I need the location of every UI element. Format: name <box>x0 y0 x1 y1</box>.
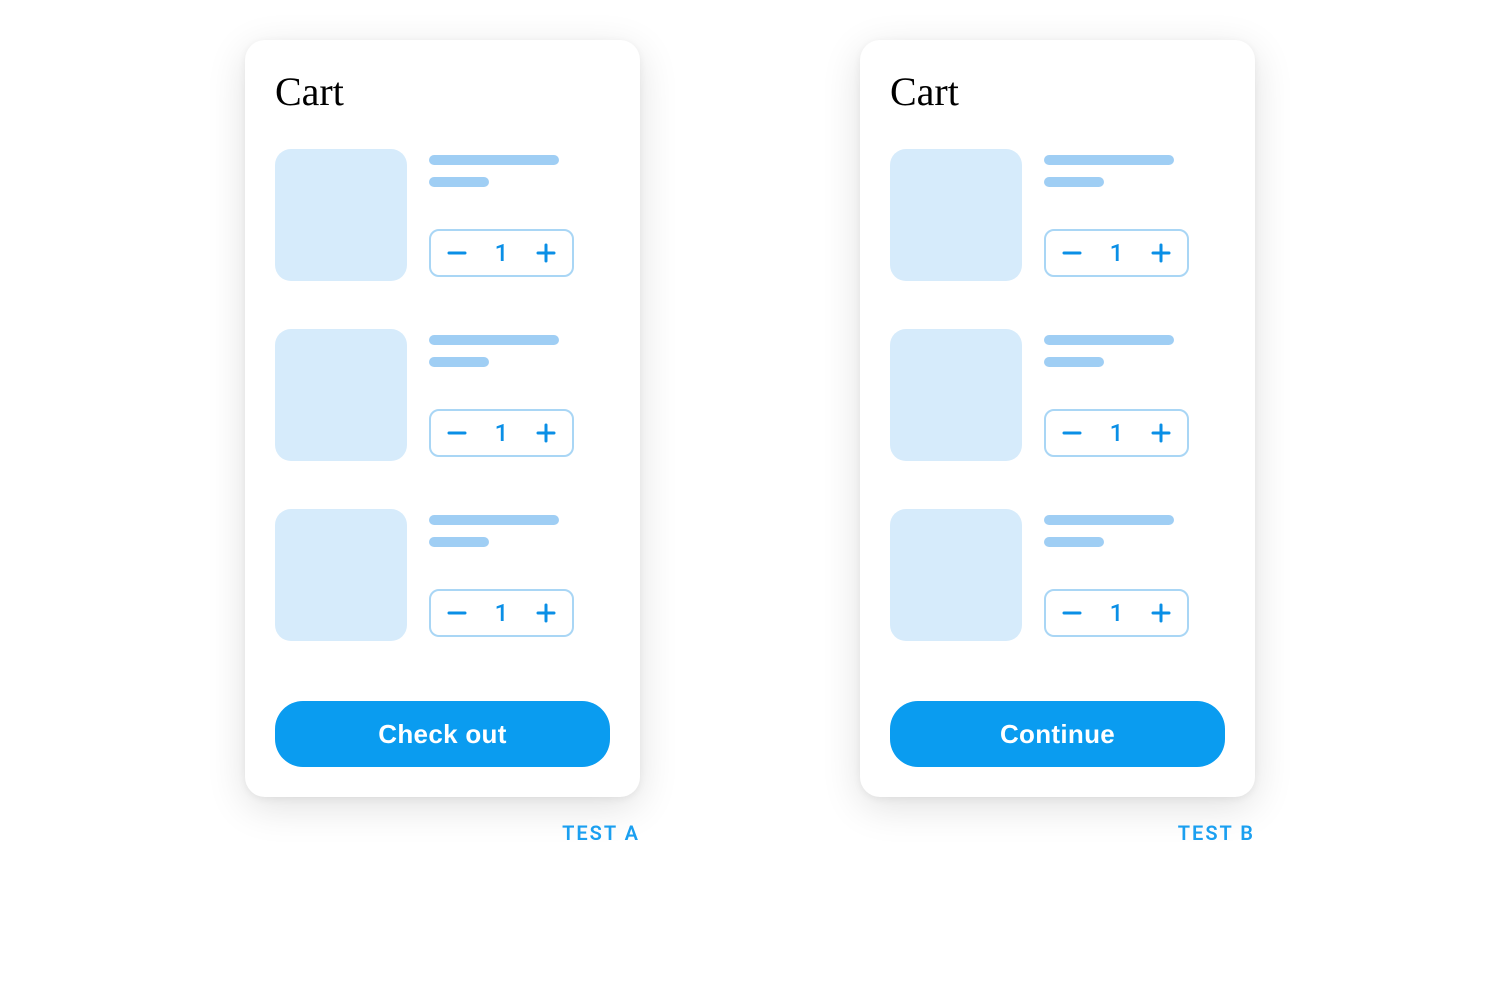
item-thumbnail <box>890 329 1022 461</box>
continue-button[interactable]: Continue <box>890 701 1225 767</box>
quantity-value: 1 <box>495 239 509 267</box>
quantity-value: 1 <box>495 419 509 447</box>
quantity-stepper[interactable]: 1 <box>1044 229 1189 277</box>
item-info: 1 <box>1044 149 1225 281</box>
cart-title: Cart <box>275 68 610 115</box>
cart-card-a: Cart 1 <box>245 40 640 797</box>
minus-icon[interactable] <box>1060 241 1084 265</box>
variant-b-wrapper: Cart 1 <box>860 40 1255 845</box>
cart-item: 1 <box>890 329 1225 461</box>
quantity-value: 1 <box>1110 419 1124 447</box>
test-label-b: TEST B <box>1178 821 1255 845</box>
minus-icon[interactable] <box>445 241 469 265</box>
cart-item: 1 <box>275 149 610 281</box>
item-info: 1 <box>429 149 610 281</box>
item-title-placeholder <box>1044 515 1174 525</box>
item-subtitle-placeholder <box>1044 537 1104 547</box>
plus-icon[interactable] <box>534 241 558 265</box>
checkout-button[interactable]: Check out <box>275 701 610 767</box>
quantity-value: 1 <box>495 599 509 627</box>
minus-icon[interactable] <box>445 601 469 625</box>
item-subtitle-placeholder <box>429 537 489 547</box>
item-title-placeholder <box>429 335 559 345</box>
quantity-stepper[interactable]: 1 <box>429 589 574 637</box>
test-label-a: TEST A <box>562 821 640 845</box>
item-thumbnail <box>275 509 407 641</box>
cart-card-b: Cart 1 <box>860 40 1255 797</box>
item-thumbnail <box>890 149 1022 281</box>
item-info: 1 <box>429 509 610 641</box>
plus-icon[interactable] <box>534 421 558 445</box>
quantity-stepper[interactable]: 1 <box>1044 589 1189 637</box>
item-subtitle-placeholder <box>1044 357 1104 367</box>
item-subtitle-placeholder <box>1044 177 1104 187</box>
item-info: 1 <box>429 329 610 461</box>
cart-item: 1 <box>275 329 610 461</box>
item-subtitle-placeholder <box>429 177 489 187</box>
item-info: 1 <box>1044 509 1225 641</box>
cart-item: 1 <box>890 149 1225 281</box>
item-title-placeholder <box>429 515 559 525</box>
minus-icon[interactable] <box>445 421 469 445</box>
item-thumbnail <box>275 149 407 281</box>
item-title-placeholder <box>429 155 559 165</box>
plus-icon[interactable] <box>1149 421 1173 445</box>
variant-a-wrapper: Cart 1 <box>245 40 640 845</box>
quantity-value: 1 <box>1110 239 1124 267</box>
quantity-value: 1 <box>1110 599 1124 627</box>
cart-title: Cart <box>890 68 1225 115</box>
item-title-placeholder <box>1044 335 1174 345</box>
quantity-stepper[interactable]: 1 <box>1044 409 1189 457</box>
item-subtitle-placeholder <box>429 357 489 367</box>
cart-item: 1 <box>275 509 610 641</box>
minus-icon[interactable] <box>1060 601 1084 625</box>
cart-item: 1 <box>890 509 1225 641</box>
plus-icon[interactable] <box>1149 241 1173 265</box>
plus-icon[interactable] <box>534 601 558 625</box>
item-thumbnail <box>275 329 407 461</box>
quantity-stepper[interactable]: 1 <box>429 229 574 277</box>
item-title-placeholder <box>1044 155 1174 165</box>
quantity-stepper[interactable]: 1 <box>429 409 574 457</box>
plus-icon[interactable] <box>1149 601 1173 625</box>
minus-icon[interactable] <box>1060 421 1084 445</box>
item-thumbnail <box>890 509 1022 641</box>
item-info: 1 <box>1044 329 1225 461</box>
